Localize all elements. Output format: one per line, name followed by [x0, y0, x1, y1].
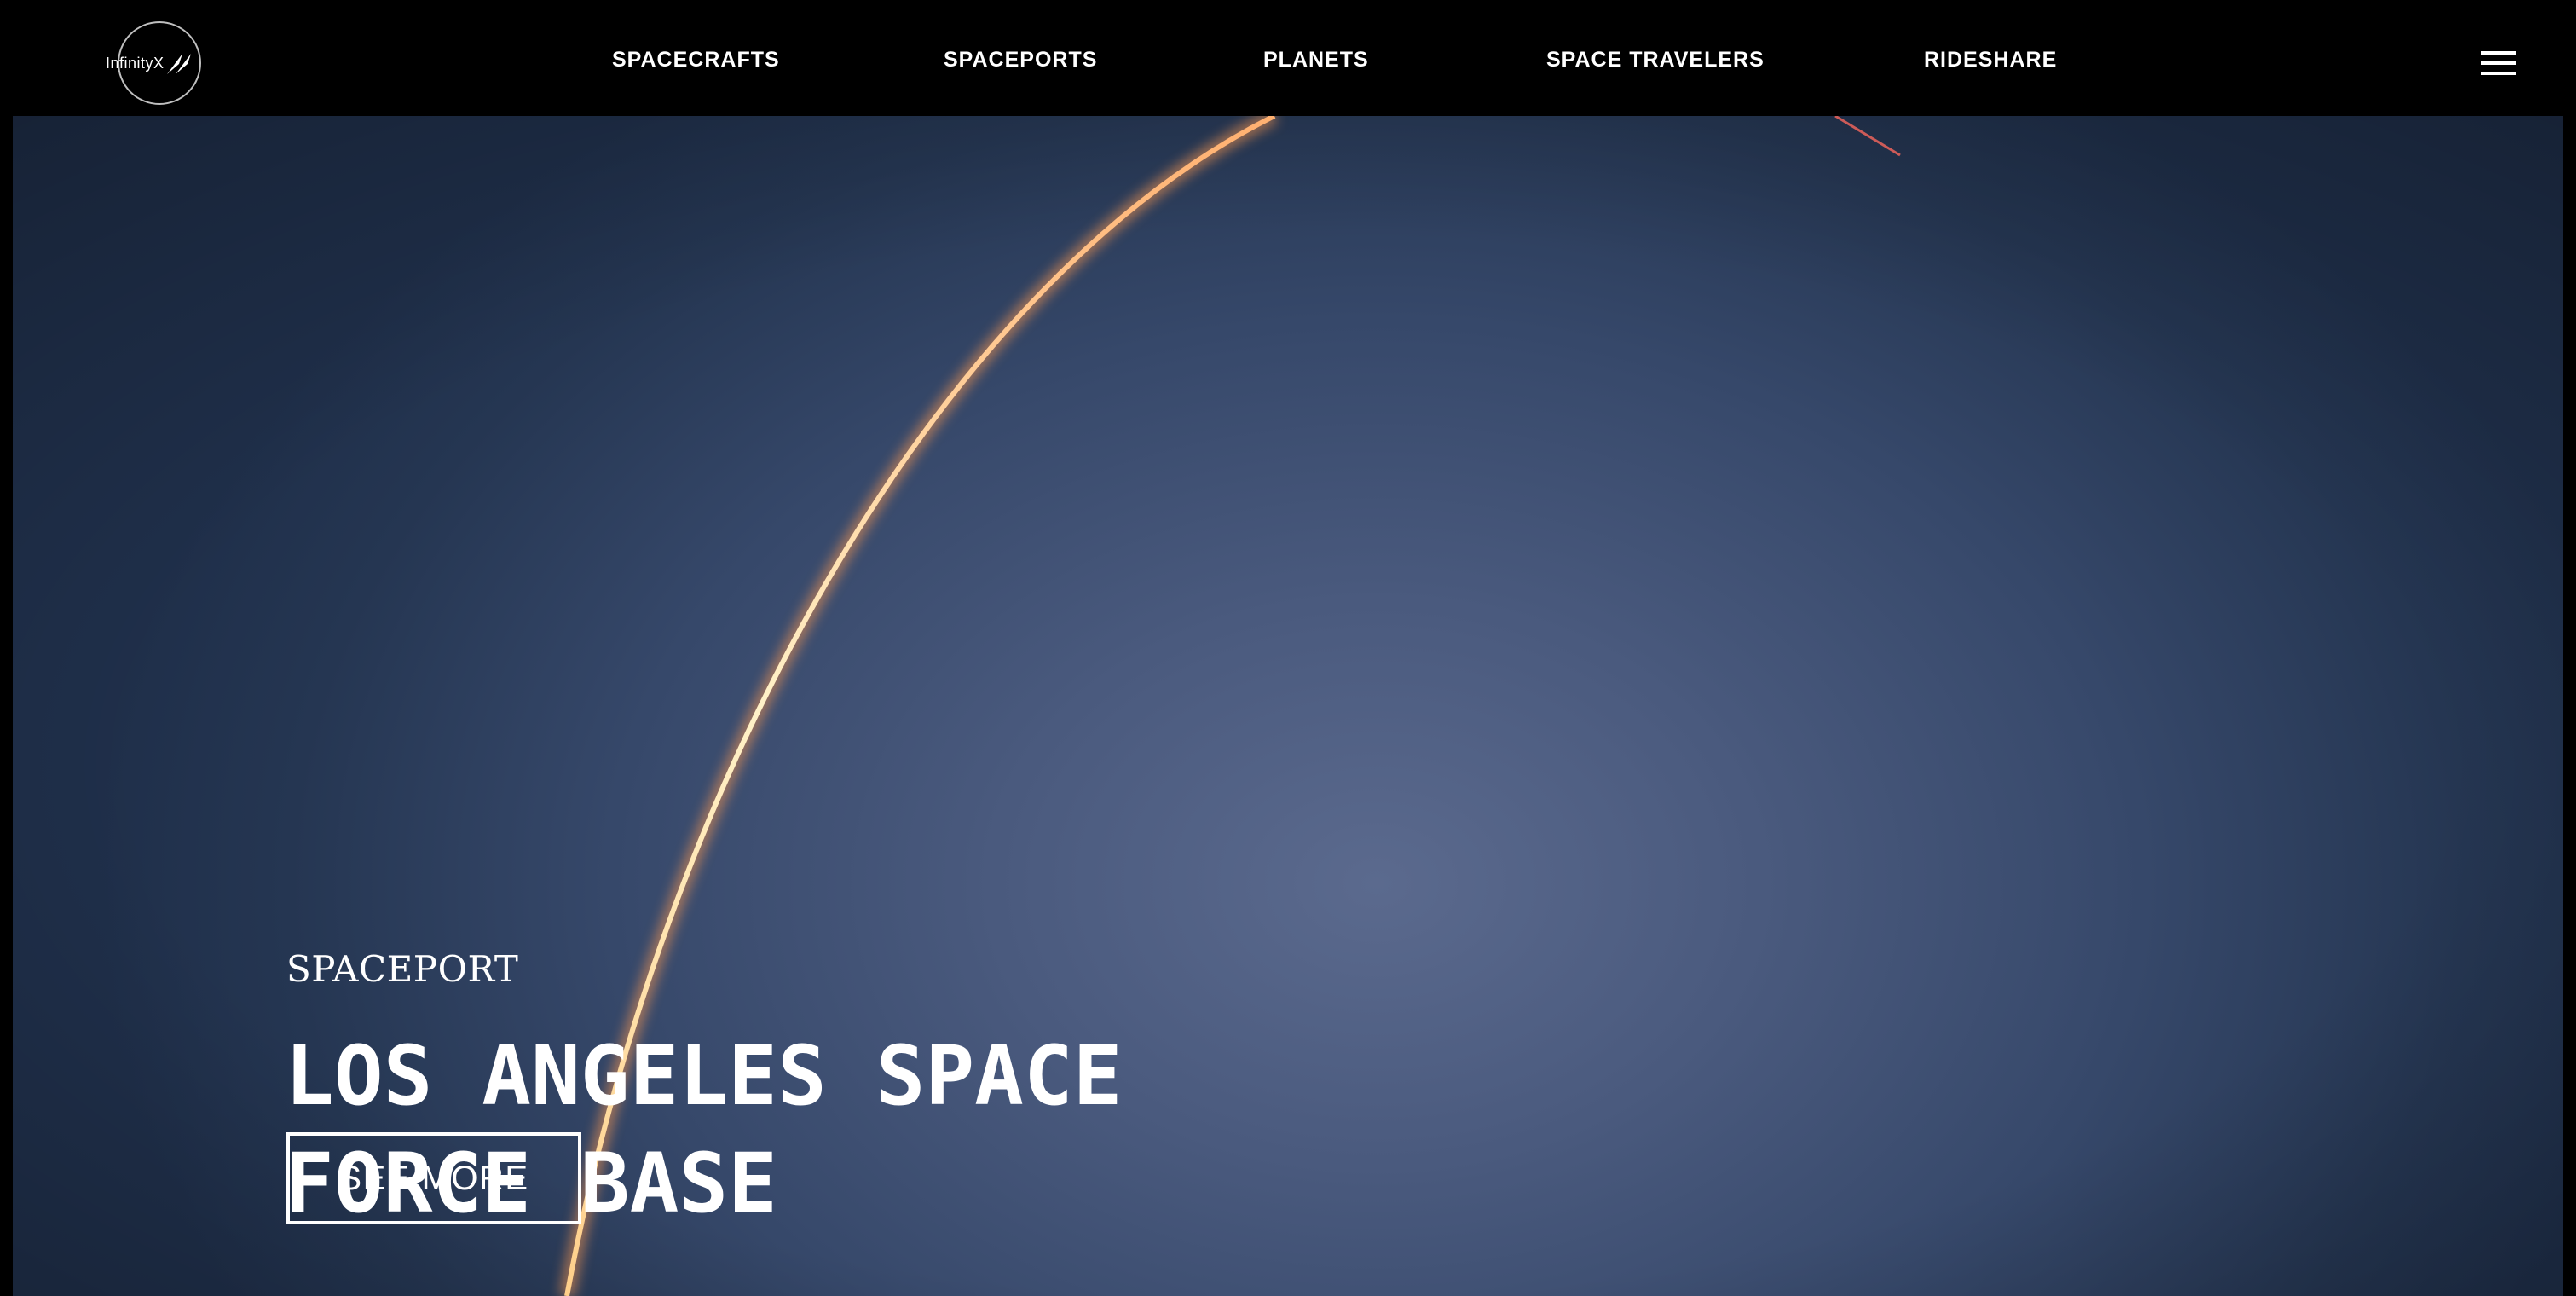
hamburger-menu-icon[interactable]: [2481, 51, 2516, 77]
nav-link-planets[interactable]: PLANETS: [1263, 49, 1369, 71]
nav-link-spacecrafts[interactable]: SPACECRAFTS: [612, 49, 780, 71]
logo-mark-icon: [167, 54, 191, 74]
brand-logo[interactable]: InfinityX: [106, 21, 201, 105]
logo-text: InfinityX: [106, 55, 165, 72]
hero-eyebrow: SPACEPORT: [286, 948, 519, 990]
hero-banner: SPACEPORT LOS ANGELES SPACE FORCE BASE SE…: [13, 116, 2563, 1296]
top-navigation-bar: InfinityX SPACECRAFTS SPACEPORTS PLANETS…: [0, 0, 2576, 116]
page: InfinityX SPACECRAFTS SPACEPORTS PLANETS…: [0, 0, 2576, 1296]
hero-title-line-1: LOS ANGELES SPACE: [285, 1028, 1123, 1124]
see-more-button[interactable]: SEE MORE: [286, 1132, 581, 1224]
nav-link-rideshare[interactable]: RIDESHARE: [1924, 49, 2057, 71]
nav-link-space-travelers[interactable]: SPACE TRAVELERS: [1546, 49, 1765, 71]
nav-link-spaceports[interactable]: SPACEPORTS: [944, 49, 1097, 71]
